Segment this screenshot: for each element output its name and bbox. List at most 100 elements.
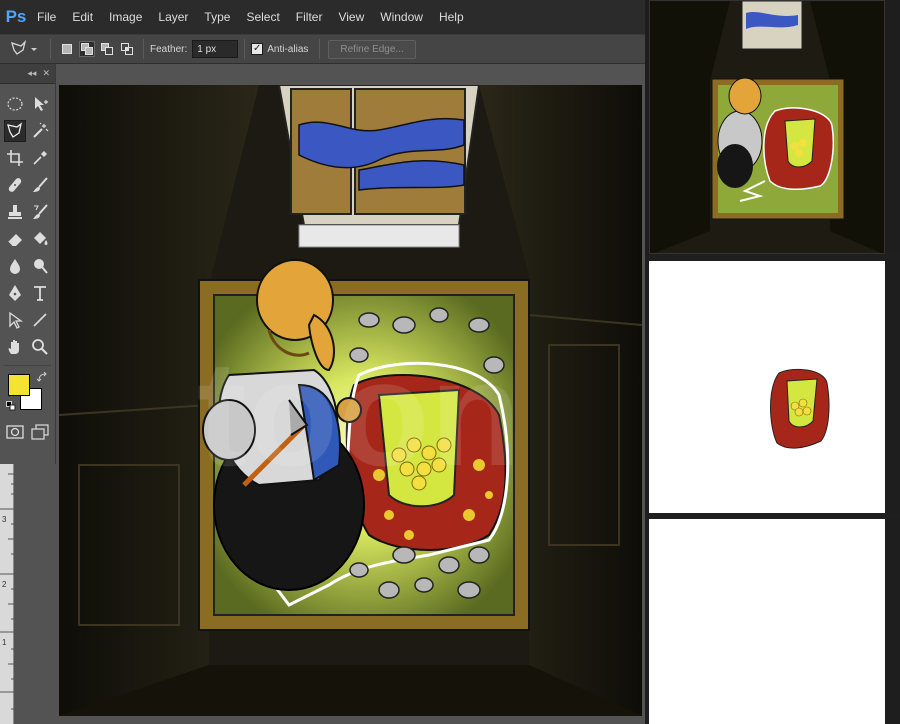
ruler-label: 2 [2,580,7,589]
magic-wand-tool[interactable] [29,120,51,142]
separator [143,39,144,59]
blur-icon [10,258,21,274]
history-brush-tool[interactable] [29,201,51,223]
dodge-icon [33,258,48,274]
eraser-tool[interactable] [4,228,26,250]
feather-input[interactable] [192,40,239,58]
add-to-selection-button[interactable] [79,41,95,57]
watermark-text: toon [197,329,522,497]
swap-colors-icon[interactable] [37,372,49,384]
screen-mode-button[interactable] [29,421,51,443]
brush-icon [32,176,48,192]
preview-original-thumbnail [649,0,885,254]
separator [319,39,321,59]
dodge-tool[interactable] [29,255,51,277]
color-swatches [0,372,55,418]
options-bar: Feather: ✓ Anti-alias Refine Edge... [0,34,645,64]
new-selection-icon [62,44,72,54]
type-icon [33,285,46,301]
photoshop-logo: Ps [5,7,27,26]
separator [244,39,246,59]
new-selection-button[interactable] [59,41,75,57]
menu-window[interactable]: Window [372,0,431,34]
healing-brush-icon [9,177,22,192]
zoom-icon [31,338,48,355]
polygonal-lasso-icon [11,40,37,55]
zoom-tool[interactable] [29,336,51,358]
preview-selection-thumbnail [649,261,885,513]
canvas-artwork: toon [59,85,642,716]
move-tool[interactable] [29,93,51,115]
anti-alias-label: Anti-alias [267,43,309,55]
move-icon [34,96,48,111]
menu-filter[interactable]: Filter [288,0,331,34]
eyedropper-icon [33,150,47,165]
crop-tool[interactable] [4,147,26,169]
quick-mask-button[interactable] [4,421,26,443]
foreground-color-swatch[interactable] [8,374,30,396]
path-selection-icon [9,311,24,329]
paint-bucket-icon [33,231,48,245]
polygonal-lasso-icon [7,121,23,138]
crop-icon [7,149,24,166]
clone-stamp-icon [8,204,23,219]
anti-alias-checkbox[interactable]: ✓ [251,43,264,55]
path-selection-tool[interactable] [4,309,26,331]
hand-icon [8,339,20,354]
clone-stamp-tool[interactable] [4,201,26,223]
menu-select[interactable]: Select [238,0,287,34]
menu-help[interactable]: Help [431,0,472,34]
default-colors-icon[interactable] [6,401,16,411]
intersect-selection-button[interactable] [119,41,135,57]
marquee-tool[interactable] [4,93,26,115]
separator [50,39,51,59]
type-tool[interactable] [29,282,51,304]
menu-layer[interactable]: Layer [150,0,196,34]
line-icon [33,312,47,327]
eraser-icon [7,233,23,246]
hand-tool[interactable] [4,336,26,358]
add-to-selection-icon [81,43,93,55]
panel-gap [645,254,900,261]
paint-bucket-tool[interactable] [29,228,51,250]
tools-panel: ◂◂ ✕ [0,64,56,464]
thumbnail-artwork [650,1,884,253]
tools-panel-header: ◂◂ ✕ [0,64,55,84]
menu-edit[interactable]: Edit [64,0,101,34]
pen-icon [9,284,22,301]
collapse-icon[interactable]: ◂◂ [27,68,36,79]
healing-brush-tool[interactable] [4,174,26,196]
menu-file[interactable]: File [29,0,64,34]
checkmark-icon: ✓ [253,43,262,54]
tool-preset-picker[interactable] [4,37,44,61]
subtract-from-selection-icon [101,43,113,55]
magic-wand-icon [33,122,49,138]
line-tool[interactable] [29,309,51,331]
menu-image[interactable]: Image [101,0,150,34]
close-icon[interactable]: ✕ [42,68,50,79]
polygonal-lasso-tool[interactable] [4,119,27,142]
eyedropper-tool[interactable] [29,147,51,169]
subtract-from-selection-button[interactable] [99,41,115,57]
app: Ps File Edit Image Layer Type Select Fil… [0,0,900,724]
brush-tool[interactable] [29,174,51,196]
ruler-ticks: 3 2 1 [0,473,14,710]
blur-tool[interactable] [4,255,26,277]
menu-type[interactable]: Type [196,0,238,34]
preview-empty-thumbnail [649,519,885,724]
intersect-selection-icon [121,43,133,55]
extracted-selection-artwork [770,368,830,449]
photoshop-window: Ps File Edit Image Layer Type Select Fil… [0,0,645,724]
quick-mask-icon [6,425,24,439]
ruler-label: 3 [2,515,7,524]
feather-label: Feather: [150,43,188,55]
preview-panels [645,0,900,724]
menu-view[interactable]: View [330,0,372,34]
ruler-label: 1 [2,638,7,647]
refine-edge-button[interactable]: Refine Edge... [328,39,416,59]
screen-mode-icon [31,424,49,440]
document-canvas[interactable]: toon [59,85,642,716]
vertical-ruler: 3 2 1 [0,464,14,724]
menu-bar: Ps File Edit Image Layer Type Select Fil… [0,0,645,34]
pen-tool[interactable] [4,282,26,304]
